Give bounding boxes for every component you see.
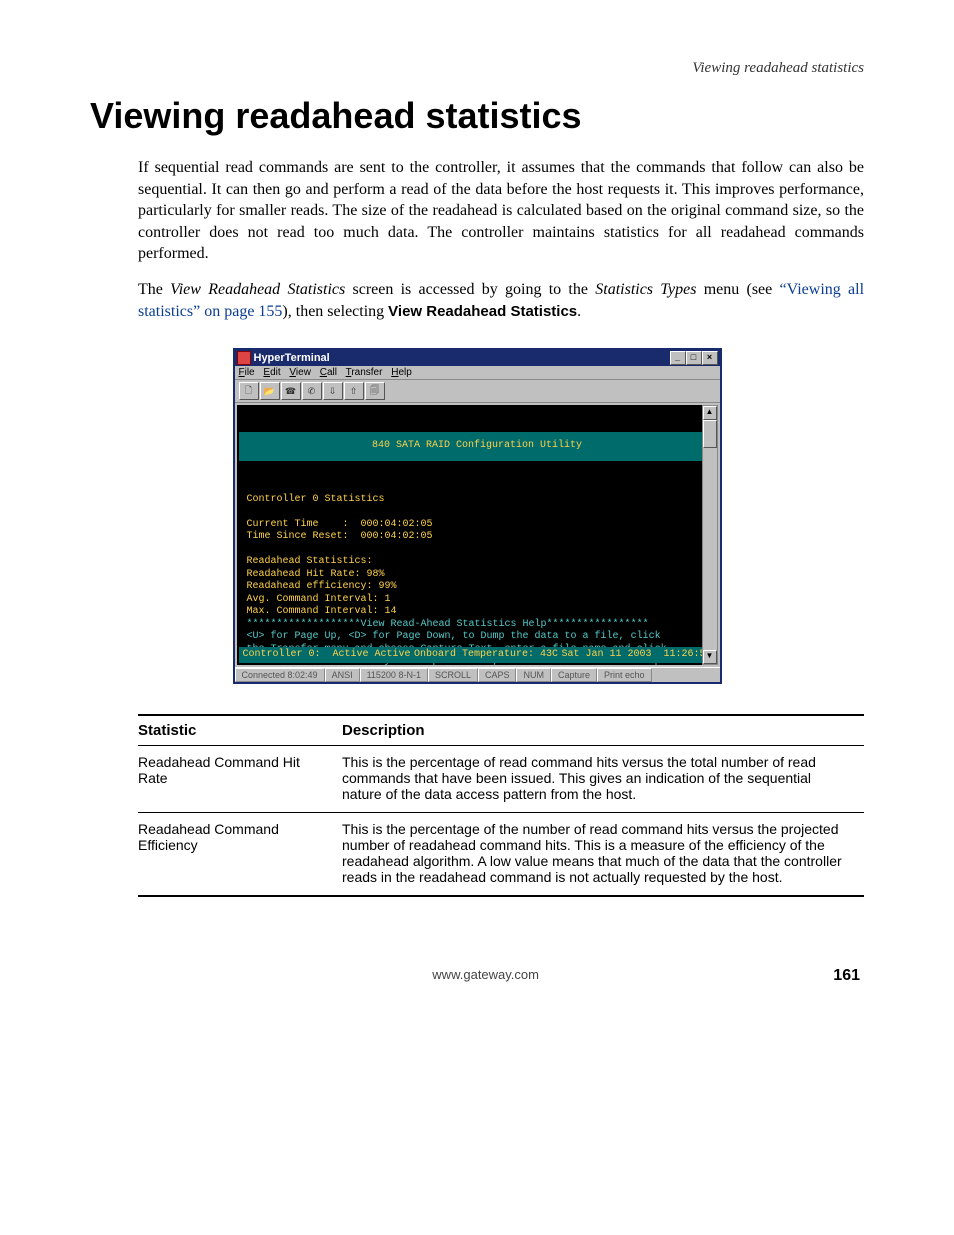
controller-status: Controller 0: Active Active <box>243 649 411 662</box>
app-icon <box>237 351 251 365</box>
properties-icon[interactable]: 🗐 <box>365 382 385 400</box>
status-port: 115200 8-N-1 <box>360 668 428 682</box>
page-footer: www.gateway.com 161 <box>90 967 864 985</box>
scroll-up-icon[interactable]: ▲ <box>703 406 717 420</box>
screen-name: View Readahead Statistics <box>170 281 345 298</box>
menu-item-bold: View Readahead Statistics <box>388 303 577 320</box>
open-icon[interactable]: 📂 <box>260 382 280 400</box>
text: ), then selecting <box>282 303 388 320</box>
text: . <box>577 303 581 320</box>
window-buttons: _ □ × <box>670 351 718 365</box>
menu-bar: File Edit View Call Transfer Help <box>235 366 720 380</box>
menu-edit[interactable]: Edit <box>263 367 280 378</box>
status-bar: Connected 8:02:49 ANSI 115200 8-N-1 SCRO… <box>235 667 720 682</box>
cell-statistic: Readahead Command Efficiency <box>138 813 342 897</box>
line-avg-interval: Avg. Command Interval: 1 <box>247 594 391 605</box>
footer-url: www.gateway.com <box>138 967 833 985</box>
text: menu (see <box>696 281 779 298</box>
menu-file[interactable]: File <box>239 367 255 378</box>
line-hit-rate: Readahead Hit Rate: 98% <box>247 569 385 580</box>
status-scroll: SCROLL <box>428 668 478 682</box>
col-header-description: Description <box>342 715 864 746</box>
line-efficiency: Readahead efficiency: 99% <box>247 581 397 592</box>
status-caps: CAPS <box>478 668 517 682</box>
page-number: 161 <box>833 967 860 985</box>
scroll-thumb[interactable] <box>703 420 717 448</box>
send-icon[interactable]: ⇩ <box>323 382 343 400</box>
status-emulation: ANSI <box>325 668 360 682</box>
status-num: NUM <box>516 668 551 682</box>
terminal: 840 SATA RAID Configuration Utility Cont… <box>237 405 718 665</box>
col-header-statistic: Statistic <box>138 715 342 746</box>
table-row: Readahead Command Hit Rate This is the p… <box>138 746 864 813</box>
menu-help[interactable]: Help <box>391 367 412 378</box>
hyperterminal-window: HyperTerminal _ □ × File Edit View Call … <box>233 348 722 684</box>
cell-statistic: Readahead Command Hit Rate <box>138 746 342 813</box>
temperature-status: Onboard Temperature: 43C <box>414 649 558 662</box>
line-controller-header: Controller 0 Statistics <box>247 494 385 505</box>
menu-name: Statistics Types <box>595 281 696 298</box>
page-title: Viewing readahead statistics <box>90 95 864 137</box>
menu-transfer[interactable]: Transfer <box>346 367 383 378</box>
paragraph-2: The View Readahead Statistics screen is … <box>138 279 864 322</box>
text: The <box>138 281 170 298</box>
cell-description: This is the percentage of the number of … <box>342 813 864 897</box>
paragraph-1: If sequential read commands are sent to … <box>138 157 864 265</box>
terminal-status-line: Controller 0: Active Active Onboard Temp… <box>239 647 716 664</box>
line-time-since-reset: Time Since Reset: 000:04:02:05 <box>247 531 433 542</box>
terminal-area: 840 SATA RAID Configuration Utility Cont… <box>235 403 720 667</box>
window-title: HyperTerminal <box>254 352 330 364</box>
statistics-table: Statistic Description Readahead Command … <box>138 714 864 897</box>
terminal-body: Controller 0 Statistics Current Time : 0… <box>237 494 718 666</box>
cell-description: This is the percentage of read command h… <box>342 746 864 813</box>
window-titlebar: HyperTerminal _ □ × <box>235 350 720 366</box>
datetime-status: Sat Jan 11 2003 11:26:53 <box>561 649 711 662</box>
running-head: Viewing readahead statistics <box>90 60 864 77</box>
toolbar: 🗋 📂 ☎ ✆ ⇩ ⇧ 🗐 <box>235 380 720 403</box>
page: Viewing readahead statistics Viewing rea… <box>0 0 954 1045</box>
text: screen is accessed by going to the <box>345 281 595 298</box>
body-text: If sequential read commands are sent to … <box>138 157 864 322</box>
scroll-down-icon[interactable]: ▼ <box>703 650 717 664</box>
maximize-button[interactable]: □ <box>686 351 702 365</box>
new-icon[interactable]: 🗋 <box>239 382 259 400</box>
line-max-interval: Max. Command Interval: 14 <box>247 606 397 617</box>
status-printecho: Print echo <box>597 668 652 682</box>
help-sep-top: *******************View Read-Ahead Stati… <box>247 619 649 630</box>
connect-icon[interactable]: ☎ <box>281 382 301 400</box>
menu-view[interactable]: View <box>289 367 311 378</box>
receive-icon[interactable]: ⇧ <box>344 382 364 400</box>
close-button[interactable]: × <box>702 351 718 365</box>
line-current-time: Current Time : 000:04:02:05 <box>247 519 433 530</box>
line-readahead-stats: Readahead Statistics: <box>247 556 373 567</box>
vertical-scrollbar[interactable]: ▲ ▼ <box>702 405 718 665</box>
status-connected: Connected 8:02:49 <box>235 668 325 682</box>
status-capture: Capture <box>551 668 597 682</box>
disconnect-icon[interactable]: ✆ <box>302 382 322 400</box>
menu-call[interactable]: Call <box>320 367 337 378</box>
table-row: Readahead Command Efficiency This is the… <box>138 813 864 897</box>
help-line-1: <U> for Page Up, <D> for Page Down, to D… <box>247 631 661 642</box>
terminal-banner: 840 SATA RAID Configuration Utility <box>239 432 716 461</box>
minimize-button[interactable]: _ <box>670 351 686 365</box>
